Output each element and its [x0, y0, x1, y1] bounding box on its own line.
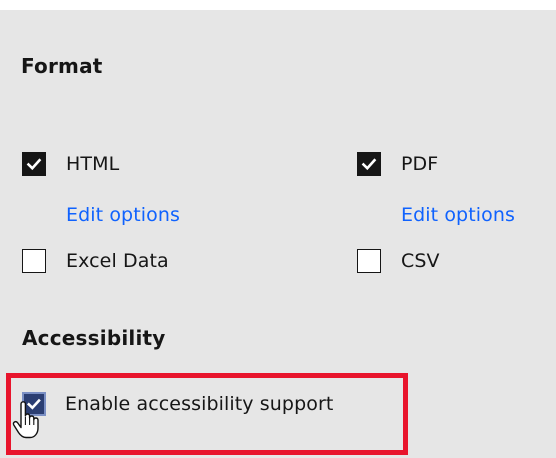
html-option-label[interactable]: HTML	[66, 153, 119, 175]
checkmark-icon	[26, 158, 42, 171]
csv-checkbox[interactable]	[357, 249, 381, 273]
format-heading: Format	[21, 54, 103, 78]
pdf-edit-options-link[interactable]: Edit options	[401, 204, 515, 226]
excel-data-option-label[interactable]: Excel Data	[66, 250, 169, 272]
pdf-checkbox[interactable]	[357, 152, 381, 176]
pdf-option-label[interactable]: PDF	[401, 153, 438, 175]
enable-accessibility-label[interactable]: Enable accessibility support	[65, 393, 333, 415]
html-edit-options-link[interactable]: Edit options	[66, 204, 180, 226]
hand-pointer-cursor-icon	[12, 401, 39, 439]
csv-option-label[interactable]: CSV	[401, 250, 440, 272]
excel-data-checkbox[interactable]	[22, 249, 46, 273]
accessibility-heading: Accessibility	[22, 326, 166, 350]
html-checkbox[interactable]	[22, 152, 46, 176]
checkmark-icon	[361, 158, 377, 171]
